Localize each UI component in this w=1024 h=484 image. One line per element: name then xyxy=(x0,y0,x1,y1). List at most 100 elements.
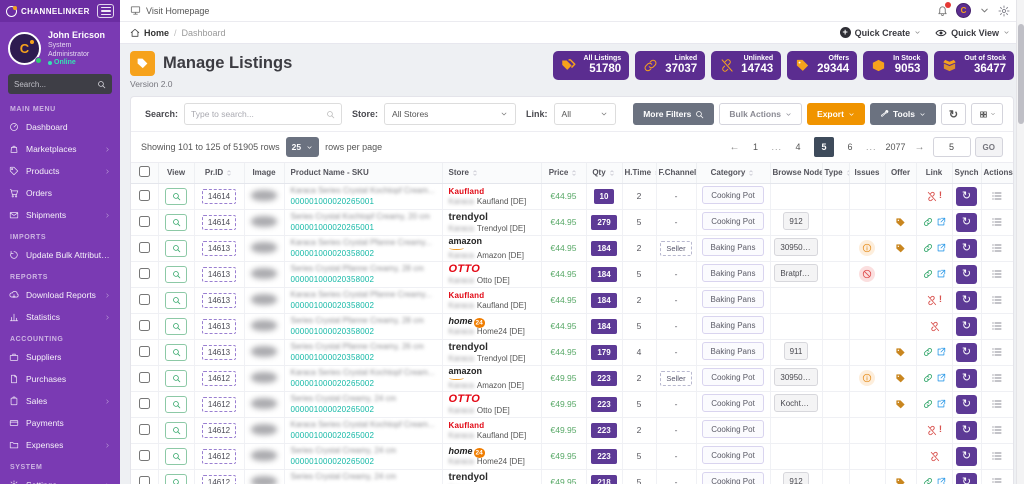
sidebar-item-sales[interactable]: Sales xyxy=(0,390,120,412)
row-checkbox[interactable] xyxy=(139,450,150,461)
go-button[interactable]: GO xyxy=(975,137,1003,157)
pager-page-5[interactable]: 5 xyxy=(814,137,834,157)
stat-badge-all-listings[interactable]: All Listings51780 xyxy=(553,51,629,80)
product-image[interactable] xyxy=(251,346,277,357)
actions-menu-icon[interactable] xyxy=(991,424,1003,434)
more-filters-button[interactable]: More Filters xyxy=(633,103,714,125)
category-pill[interactable]: Baking Pans xyxy=(702,264,764,282)
view-button[interactable] xyxy=(165,396,187,413)
product-image[interactable] xyxy=(251,268,277,279)
sync-button[interactable]: ↻ xyxy=(956,291,977,310)
sync-button[interactable]: ↻ xyxy=(956,239,977,258)
pager-page-2077[interactable]: 2077 xyxy=(886,138,906,156)
view-button[interactable] xyxy=(165,448,187,465)
sidebar-item-products[interactable]: Products xyxy=(0,160,120,182)
sync-button[interactable]: ↻ xyxy=(956,187,977,206)
sidebar-item-suppliers[interactable]: Suppliers xyxy=(0,346,120,368)
bulk-actions-button[interactable]: Bulk Actions xyxy=(719,103,802,125)
row-checkbox[interactable] xyxy=(139,346,150,357)
external-link-icon[interactable] xyxy=(936,477,946,484)
view-button[interactable] xyxy=(165,474,187,484)
actions-menu-icon[interactable] xyxy=(991,476,1003,484)
linked-icon[interactable] xyxy=(923,347,933,357)
category-pill[interactable]: Cooking Pot xyxy=(702,420,764,438)
select-all-checkbox[interactable] xyxy=(139,166,150,177)
external-link-icon[interactable] xyxy=(936,347,946,357)
issue-info-icon[interactable] xyxy=(859,240,875,256)
view-button[interactable] xyxy=(165,344,187,361)
row-checkbox[interactable] xyxy=(139,398,150,409)
column-header-price[interactable]: Price xyxy=(541,163,586,183)
sidebar-search-input[interactable]: Search... xyxy=(8,74,112,94)
sidebar-item-download-reports[interactable]: Download Reports xyxy=(0,284,120,306)
pager-next-button[interactable]: → xyxy=(915,142,925,153)
offer-tag-icon[interactable] xyxy=(895,398,906,408)
browse-node-pill[interactable]: 912 xyxy=(783,472,808,484)
product-image[interactable] xyxy=(251,320,277,331)
sync-button[interactable]: ↻ xyxy=(956,421,977,440)
column-header-type[interactable]: Type xyxy=(822,163,849,183)
product-image[interactable] xyxy=(251,216,277,227)
row-checkbox[interactable] xyxy=(139,216,150,227)
actions-menu-icon[interactable] xyxy=(991,268,1003,278)
category-pill[interactable]: Cooking Pot xyxy=(702,368,764,386)
product-image[interactable] xyxy=(251,242,277,253)
linked-icon[interactable] xyxy=(923,373,933,383)
view-button[interactable] xyxy=(165,292,187,309)
row-checkbox[interactable] xyxy=(139,268,150,279)
sidebar-item-settings[interactable]: Settings xyxy=(0,474,120,484)
actions-menu-icon[interactable] xyxy=(991,294,1003,304)
category-pill[interactable]: Baking Pans xyxy=(702,342,764,360)
view-button[interactable] xyxy=(165,422,187,439)
offer-tag-icon[interactable] xyxy=(895,372,906,382)
issue-info-icon[interactable] xyxy=(859,370,875,386)
category-pill[interactable]: Cooking Pot xyxy=(702,186,764,204)
product-image[interactable] xyxy=(251,190,277,201)
tools-button[interactable]: Tools xyxy=(870,103,936,125)
product-image[interactable] xyxy=(251,398,277,409)
column-header-category[interactable]: Category xyxy=(696,163,770,183)
category-pill[interactable]: Baking Pans xyxy=(702,316,764,334)
chevron-down-icon[interactable] xyxy=(979,5,990,16)
offer-tag-icon[interactable] xyxy=(895,216,906,226)
external-link-icon[interactable] xyxy=(936,243,946,253)
actions-menu-icon[interactable] xyxy=(991,398,1003,408)
row-checkbox[interactable] xyxy=(139,476,150,484)
product-image[interactable] xyxy=(251,294,277,305)
unlinked-icon[interactable] xyxy=(926,294,937,304)
sidebar-item-payments[interactable]: Payments xyxy=(0,412,120,434)
sync-button[interactable]: ↻ xyxy=(956,473,977,484)
view-button[interactable] xyxy=(165,188,187,205)
actions-menu-icon[interactable] xyxy=(991,320,1003,330)
offer-tag-icon[interactable] xyxy=(895,346,906,356)
pager-page-4[interactable]: 4 xyxy=(791,138,805,156)
sync-button[interactable]: ↻ xyxy=(956,213,977,232)
stat-badge-linked[interactable]: Linked37037 xyxy=(635,51,705,80)
row-checkbox[interactable] xyxy=(139,242,150,253)
stat-badge-offers[interactable]: Offers29344 xyxy=(787,51,857,80)
category-pill[interactable]: Baking Pans xyxy=(702,290,764,308)
column-header-pr-id[interactable]: Pr.ID xyxy=(194,163,244,183)
column-header-store[interactable]: Store xyxy=(442,163,541,183)
linked-icon[interactable] xyxy=(923,477,933,484)
offer-tag-icon[interactable] xyxy=(895,476,906,484)
user-profile[interactable]: John Ericson System Administrator Online xyxy=(0,22,120,71)
sidebar-item-purchases[interactable]: Purchases xyxy=(0,368,120,390)
category-pill[interactable]: Cooking Pot xyxy=(702,212,764,230)
row-checkbox[interactable] xyxy=(139,294,150,305)
category-pill[interactable]: Cooking Pot xyxy=(702,446,764,464)
actions-menu-icon[interactable] xyxy=(991,242,1003,252)
sidebar-item-update-bulk-attribute-data[interactable]: Update Bulk Attribute Data xyxy=(0,244,120,266)
sidebar-item-shipments[interactable]: Shipments xyxy=(0,204,120,226)
browse-node-pill[interactable]: 3095022031 xyxy=(774,238,817,256)
breadcrumb-home[interactable]: Home xyxy=(144,28,169,38)
pager-page-6[interactable]: 6 xyxy=(843,138,857,156)
view-button[interactable] xyxy=(165,214,187,231)
stat-badge-unlinked[interactable]: Unlinked14743 xyxy=(711,51,781,80)
home-icon[interactable] xyxy=(130,28,140,38)
quick-create-button[interactable]: Quick Create xyxy=(840,27,922,38)
sidebar-item-marketplaces[interactable]: Marketplaces xyxy=(0,138,120,160)
issue-blocked-icon[interactable] xyxy=(859,266,875,282)
row-checkbox[interactable] xyxy=(139,424,150,435)
export-button[interactable]: Export xyxy=(807,103,865,125)
